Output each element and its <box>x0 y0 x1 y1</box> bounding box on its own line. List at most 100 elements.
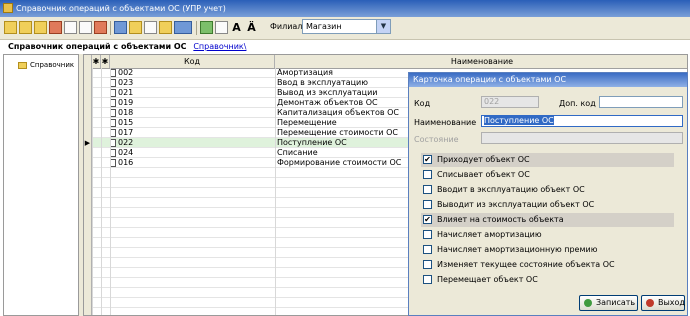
save-button-label: Записать <box>596 298 636 307</box>
option-row[interactable]: Начисляет амортизационную премию <box>421 243 674 257</box>
option-row[interactable]: Изменяет текущее состояние объекта ОС <box>421 258 674 272</box>
paste-icon[interactable] <box>79 21 92 34</box>
option-label: Изменяет текущее состояние объекта ОС <box>437 260 615 269</box>
code-field: 022 <box>481 96 539 108</box>
row-indicator <box>84 288 92 298</box>
extra-code-field[interactable] <box>599 96 683 108</box>
extra-code-label: Доп. код <box>559 99 596 108</box>
option-label: Вводит в эксплуатацию объект ОС <box>437 185 585 194</box>
open-folder-icon[interactable] <box>19 21 32 34</box>
row-indicator <box>84 298 92 308</box>
state-field <box>481 132 683 144</box>
option-label: Выводит из эксплуатации объект ОС <box>437 200 595 209</box>
option-label: Перемещает объект ОС <box>437 275 538 284</box>
row-code: 022 <box>118 138 134 147</box>
edit-icon[interactable] <box>34 21 47 34</box>
header-code[interactable]: Код <box>110 55 275 68</box>
option-row[interactable]: Перемещает объект ОС <box>421 273 674 287</box>
filial-value: Магазин <box>306 22 342 31</box>
chevron-down-icon[interactable]: ▼ <box>376 20 390 33</box>
row-name: Ввод в эксплуатацию <box>277 78 368 87</box>
name-field[interactable]: Поступление ОС <box>481 115 683 127</box>
option-checkbox[interactable]: ✔ <box>423 155 432 164</box>
row-indicator <box>84 248 92 258</box>
exit-icon <box>646 299 654 307</box>
copy-icon[interactable] <box>64 21 77 34</box>
tree-item-label: Справочник <box>30 61 75 69</box>
row-name: Перемещение стоимости ОС <box>277 128 399 137</box>
option-row[interactable]: ✔ Влияет на стоимость объекта <box>421 213 674 227</box>
option-row[interactable]: Вводит в эксплуатацию объект ОС <box>421 183 674 197</box>
row-indicator <box>84 238 92 248</box>
row-indicator <box>84 128 92 138</box>
option-checkbox[interactable] <box>423 260 432 269</box>
row-indicator <box>84 168 92 178</box>
row-name: Вывод из эксплуатации <box>277 88 378 97</box>
row-code: 018 <box>118 108 134 117</box>
page-heading: Справочник операций с объектами ОС <box>8 42 187 51</box>
font-increase-icon[interactable]: A <box>230 21 243 34</box>
option-row[interactable]: Списывает объект ОС <box>421 168 674 182</box>
row-indicator <box>84 118 92 128</box>
row-indicator <box>84 258 92 268</box>
option-checkbox[interactable] <box>423 185 432 194</box>
option-row[interactable]: Выводит из эксплуатации объект ОС <box>421 198 674 212</box>
row-indicator <box>84 78 92 88</box>
header-mark-1[interactable]: ✱ <box>92 55 101 68</box>
row-name: Поступление ОС <box>277 138 347 147</box>
dialog-title: Карточка операции с объектами ОС <box>409 73 687 87</box>
breadcrumb-link[interactable]: Справочник\ <box>193 42 246 51</box>
state-label: Состояние <box>414 135 459 144</box>
row-code: 016 <box>118 158 134 167</box>
header-mark-2[interactable]: ✱ <box>101 55 110 68</box>
save-button[interactable]: Записать <box>579 295 638 311</box>
properties-icon[interactable] <box>215 21 228 34</box>
filter-icon[interactable] <box>144 21 157 34</box>
option-row[interactable]: ✔ Приходует объект ОС <box>421 153 674 167</box>
table-view-icon[interactable] <box>114 21 127 34</box>
row-code: 015 <box>118 118 134 127</box>
folder-icon <box>18 61 27 69</box>
pencil-icon[interactable] <box>49 21 62 34</box>
print-icon[interactable] <box>174 21 192 34</box>
name-label: Наименование <box>414 118 477 127</box>
hierarchy-icon[interactable] <box>159 21 172 34</box>
row-name: Списание <box>277 148 318 157</box>
delete-icon[interactable] <box>94 21 107 34</box>
find-icon[interactable] <box>129 21 142 34</box>
row-name: Демонтаж объектов ОС <box>277 98 378 107</box>
option-row[interactable]: Начисляет амортизацию <box>421 228 674 242</box>
option-checkbox[interactable] <box>423 230 432 239</box>
new-icon[interactable] <box>4 21 17 34</box>
row-indicator: ▶ <box>84 138 92 148</box>
exit-button[interactable]: Выход <box>641 295 685 311</box>
row-indicator <box>84 268 92 278</box>
window-title: Справочник операций с объектами ОС (УПР … <box>16 4 226 13</box>
filial-select[interactable]: Магазин ▼ <box>302 19 391 34</box>
option-checkbox[interactable]: ✔ <box>423 215 432 224</box>
operation-card-dialog: Карточка операции с объектами ОС Код 022… <box>408 72 688 316</box>
font-decrease-icon[interactable]: Ä <box>245 21 258 34</box>
row-code: 017 <box>118 128 134 137</box>
filial-label: Филиал <box>270 22 303 31</box>
row-name: Перемещение <box>277 118 337 127</box>
page-title: Справочник операций с объектами ОС Справ… <box>8 42 246 51</box>
option-checkbox[interactable] <box>423 245 432 254</box>
row-indicator <box>84 188 92 198</box>
row-code: 024 <box>118 148 134 157</box>
option-checkbox[interactable] <box>423 170 432 179</box>
row-code: 002 <box>118 68 134 77</box>
option-checkbox[interactable] <box>423 200 432 209</box>
header-name[interactable]: Наименование <box>275 55 687 68</box>
option-checkbox[interactable] <box>423 275 432 284</box>
row-code: 023 <box>118 78 134 87</box>
tree-item-spravochnik[interactable]: Справочник <box>18 61 74 69</box>
export-icon[interactable] <box>200 21 213 34</box>
row-indicator <box>84 208 92 218</box>
code-label: Код <box>414 99 431 108</box>
option-label: Приходует объект ОС <box>437 155 530 164</box>
row-indicator <box>84 308 92 315</box>
option-label: Начисляет амортизационную премию <box>437 245 598 254</box>
row-code: 019 <box>118 98 134 107</box>
name-value: Поступление ОС <box>484 116 554 125</box>
